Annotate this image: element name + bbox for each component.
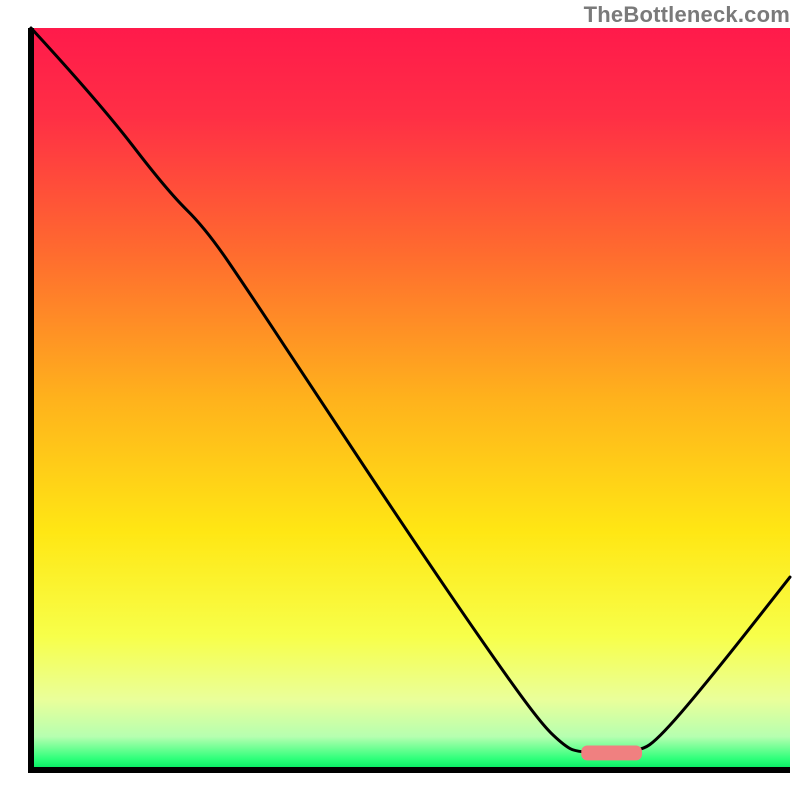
plot-background [31, 28, 790, 770]
optimal-range-marker [581, 746, 642, 761]
bottleneck-chart [0, 0, 800, 800]
chart-container: TheBottleneck.com [0, 0, 800, 800]
